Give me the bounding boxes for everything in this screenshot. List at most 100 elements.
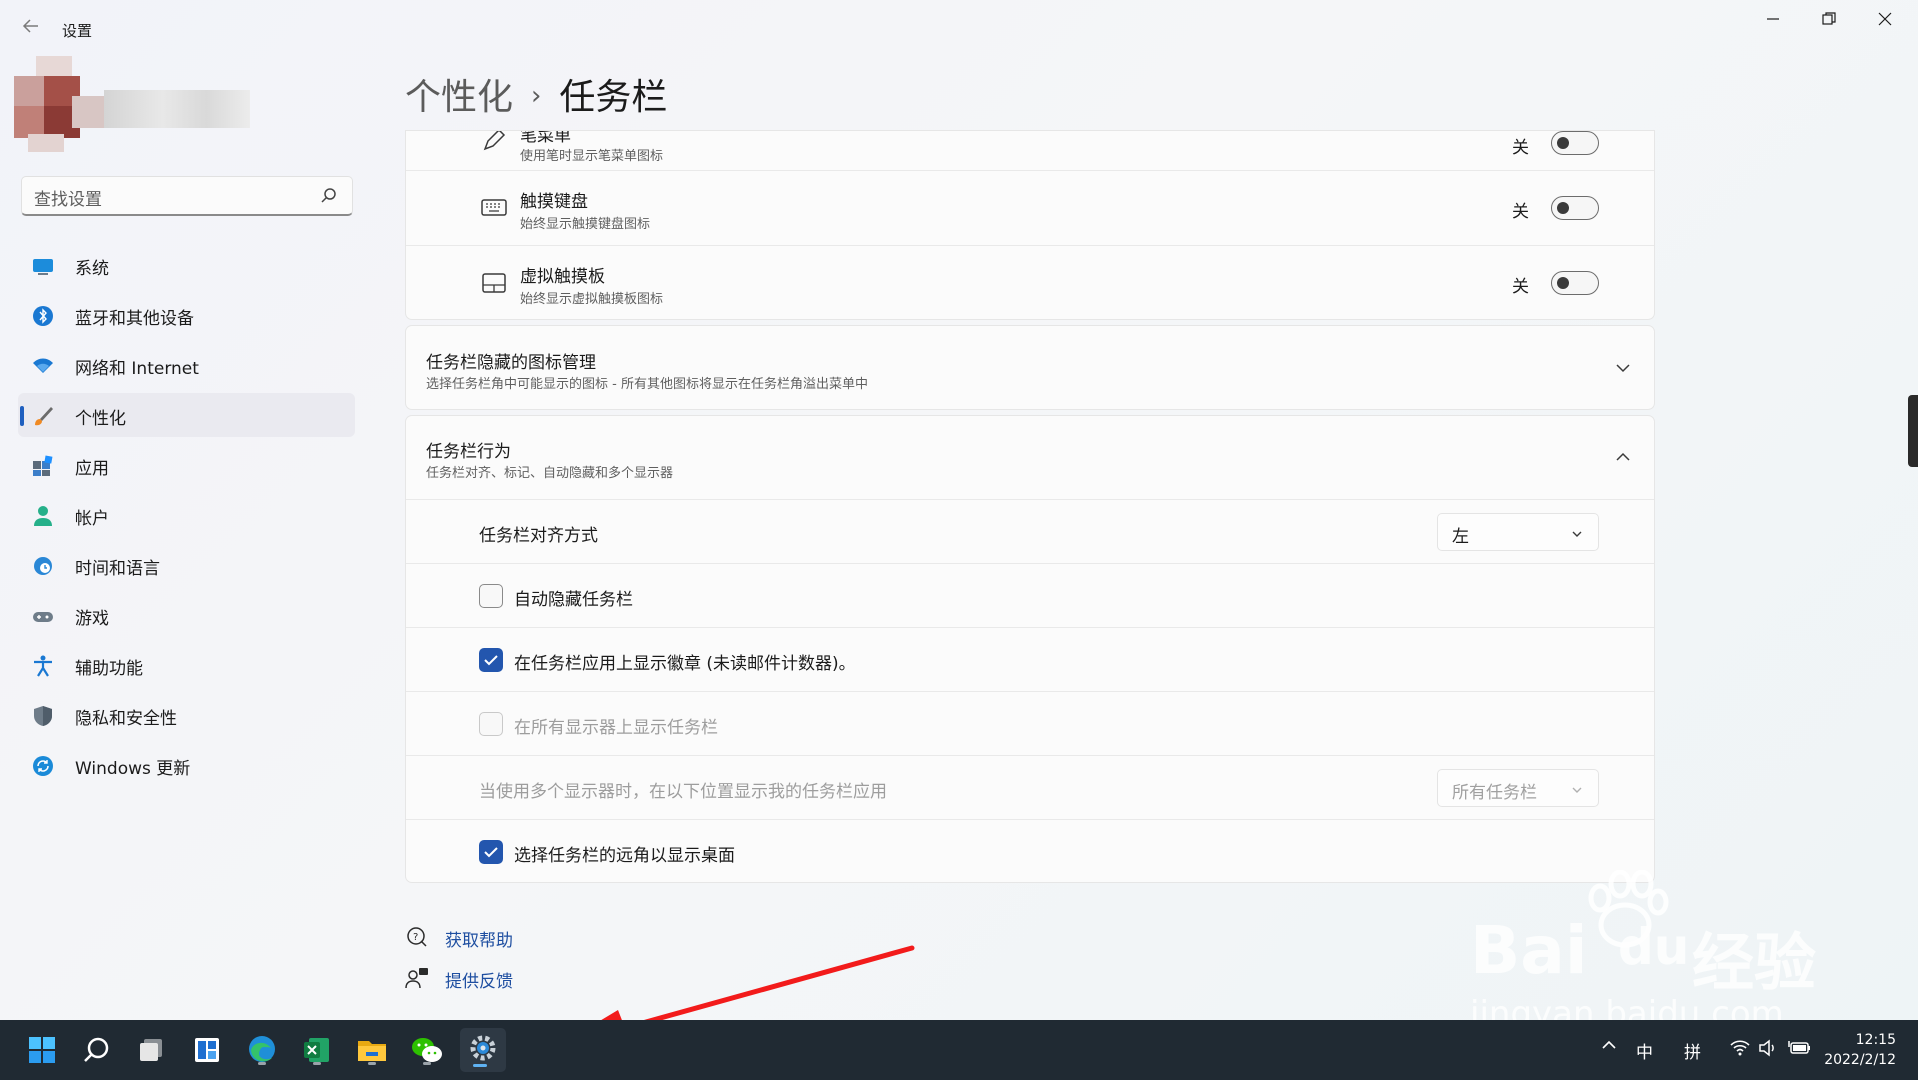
toggle-knob [1557, 202, 1569, 214]
search-icon [84, 1037, 109, 1062]
search-icon[interactable] [320, 187, 338, 205]
sidebar-item-time-language[interactable]: 时间和语言 [18, 543, 355, 587]
alignment-value: 左 [1452, 527, 1469, 547]
setting-row-pen-menu: 笔菜单 使用笔时显示笔菜单图标 关 [406, 130, 1654, 171]
close-button[interactable] [1860, 6, 1910, 36]
sidebar-item-gaming[interactable]: 游戏 [18, 593, 355, 637]
start-button[interactable] [22, 1030, 62, 1070]
watermark-brand: Bai [1470, 912, 1588, 989]
minimize-button[interactable] [1748, 6, 1798, 36]
sidebar-item-label: 游戏 [75, 609, 109, 629]
taskbar-overflow-card[interactable]: 任务栏隐藏的图标管理 选择任务栏角中可能显示的图标 - 所有其他图标将显示在任务… [405, 325, 1655, 410]
help-chat-icon: ? [405, 925, 429, 949]
auto-hide-row: 自动隐藏任务栏 [406, 564, 1654, 628]
all-displays-row: 在所有显示器上显示任务栏 [406, 692, 1654, 756]
feedback-label[interactable]: 提供反馈 [445, 967, 513, 992]
tray-overflow-chevron-icon[interactable] [1600, 1036, 1618, 1059]
checkmark-icon [484, 655, 498, 666]
badges-row: 在任务栏应用上显示徽章 (未读邮件计数器)。 [406, 628, 1654, 692]
task-view-icon [140, 1039, 162, 1061]
windows-taskbar: 中 拼 12:15 2022/2/12 [0, 1020, 1918, 1080]
excel-app[interactable] [297, 1030, 337, 1070]
toggle-state-label: 关 [1512, 138, 1529, 158]
baidu-watermark: Bai du 经验 jingyan.baidu.com [1470, 870, 1910, 1034]
widgets-icon [195, 1038, 219, 1062]
running-indicator [368, 1062, 376, 1065]
sidebar-item-personalization[interactable]: 个性化 [18, 393, 355, 437]
far-corner-checkbox[interactable] [479, 840, 503, 864]
svg-text:?: ? [413, 932, 418, 943]
sidebar-item-privacy[interactable]: 隐私和安全性 [18, 693, 355, 737]
system-clock[interactable]: 12:15 2022/2/12 [1824, 1030, 1896, 1070]
far-corner-label[interactable]: 选择任务栏的远角以显示桌面 [514, 841, 735, 866]
section-title: 任务栏隐藏的图标管理 [426, 353, 596, 373]
badges-checkbox[interactable] [479, 648, 503, 672]
sidebar-item-label: 应用 [75, 459, 109, 479]
edge-app[interactable] [242, 1030, 282, 1070]
sidebar-item-accessibility[interactable]: 辅助功能 [18, 643, 355, 687]
setting-title: 笔菜单 [520, 130, 571, 146]
alignment-row: 任务栏对齐方式 左 [406, 500, 1654, 564]
behaviors-header[interactable]: 任务栏行为 任务栏对齐、标记、自动隐藏和多个显示器 [406, 416, 1654, 500]
settings-app[interactable] [460, 1028, 506, 1072]
sidebar-item-bluetooth[interactable]: 蓝牙和其他设备 [18, 293, 355, 337]
chevron-up-icon[interactable] [1614, 448, 1632, 466]
title-bar: 设置 [0, 0, 1918, 58]
badges-label[interactable]: 在任务栏应用上显示徽章 (未读邮件计数器)。 [514, 649, 856, 674]
running-indicator [258, 1062, 266, 1065]
taskbar-search-button[interactable] [77, 1030, 117, 1070]
ime-name-indicator[interactable]: 拼 [1684, 1038, 1701, 1063]
shield-icon [32, 705, 54, 727]
apps-icon [32, 455, 54, 477]
search-input[interactable]: 查找设置 [21, 176, 353, 216]
task-view-button[interactable] [132, 1030, 172, 1070]
search-placeholder: 查找设置 [34, 190, 102, 210]
toggle-state-label: 关 [1512, 202, 1529, 222]
sidebar-item-apps[interactable]: 应用 [18, 443, 355, 487]
sidebar-item-label: 隐私和安全性 [75, 709, 177, 729]
running-indicator [313, 1062, 321, 1065]
scrollbar-thumb[interactable] [1908, 395, 1918, 467]
monitor-icon [32, 255, 54, 277]
sidebar-item-label: 系统 [75, 259, 109, 279]
auto-hide-label[interactable]: 自动隐藏任务栏 [514, 585, 633, 610]
file-explorer-app[interactable] [352, 1030, 392, 1070]
watermark-product: 经验 [1692, 926, 1817, 999]
alignment-select[interactable]: 左 [1437, 513, 1599, 551]
back-arrow-icon[interactable] [18, 14, 44, 42]
setting-desc: 始终显示虚拟触摸板图标 [520, 292, 664, 307]
pen-menu-toggle[interactable] [1551, 131, 1599, 155]
restore-button[interactable] [1804, 6, 1854, 36]
ime-mode-indicator[interactable]: 中 [1636, 1038, 1653, 1063]
all-displays-checkbox [479, 712, 503, 736]
update-icon [32, 755, 54, 777]
sidebar-item-label: 辅助功能 [75, 659, 143, 679]
section-desc: 任务栏对齐、标记、自动隐藏和多个显示器 [426, 466, 674, 481]
breadcrumb-parent[interactable]: 个性化 [405, 77, 513, 118]
widgets-button[interactable] [187, 1030, 227, 1070]
wechat-app[interactable] [407, 1030, 447, 1070]
battery-icon[interactable] [1788, 1039, 1812, 1062]
auto-hide-checkbox[interactable] [479, 584, 503, 608]
volume-icon[interactable] [1758, 1039, 1778, 1062]
get-help-label[interactable]: 获取帮助 [445, 926, 513, 951]
toggle-knob [1557, 277, 1569, 289]
selection-indicator [20, 406, 24, 426]
wifi-icon [32, 355, 54, 377]
multi-display-select: 所有任务栏 [1437, 769, 1599, 807]
virtual-touchpad-toggle[interactable] [1551, 271, 1599, 295]
touch-keyboard-toggle[interactable] [1551, 196, 1599, 220]
setting-title: 虚拟触摸板 [520, 267, 605, 287]
taskbar-behaviors-card: 任务栏行为 任务栏对齐、标记、自动隐藏和多个显示器 任务栏对齐方式 左 自动隐藏… [405, 415, 1655, 883]
breadcrumb: 个性化 › 任务栏 [405, 68, 667, 120]
checkmark-icon [484, 847, 498, 858]
sidebar-item-system[interactable]: 系统 [18, 243, 355, 287]
sidebar-item-accounts[interactable]: 帐户 [18, 493, 355, 537]
chevron-down-icon[interactable] [1614, 359, 1632, 377]
sidebar-item-network[interactable]: 网络和 Internet [18, 343, 355, 387]
keyboard-icon [481, 195, 507, 221]
sidebar-nav: 系统 蓝牙和其他设备 网络和 Internet 个性化 应用 帐户 时间和语言 … [18, 243, 355, 793]
multi-display-row: 当使用多个显示器时，在以下位置显示我的任务栏应用 所有任务栏 [406, 756, 1654, 820]
network-wifi-icon[interactable] [1730, 1039, 1750, 1062]
sidebar-item-windows-update[interactable]: Windows 更新 [18, 743, 355, 787]
